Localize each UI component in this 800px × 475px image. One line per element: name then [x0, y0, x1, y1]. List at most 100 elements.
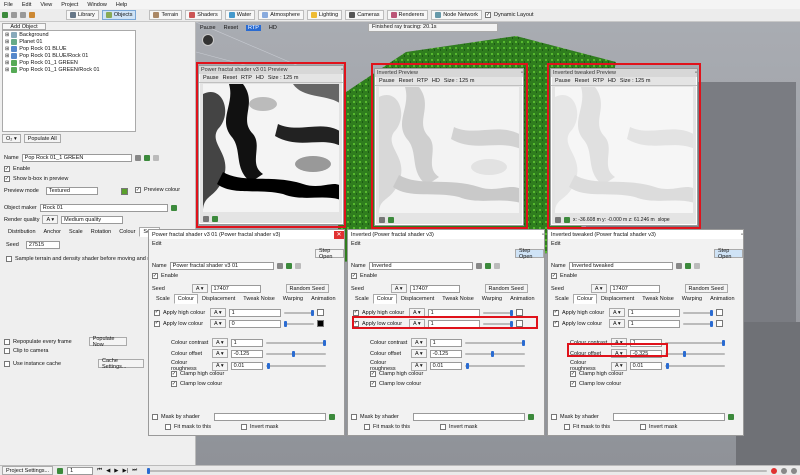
contrast-tools[interactable]: A ▾ [411, 338, 427, 347]
random-seed-button[interactable]: Random Seed [684, 284, 728, 293]
tab-colour[interactable]: Colour [173, 294, 198, 304]
menu-project[interactable]: Project [61, 2, 78, 8]
seed-tools[interactable]: A ▾ [390, 284, 407, 293]
clamp-high-row[interactable]: ✓ Clamp high colour [171, 371, 224, 377]
roughness-field[interactable]: 0.01 [429, 362, 462, 370]
contrast-slider[interactable] [464, 339, 525, 346]
mask-checkbox[interactable] [551, 414, 557, 420]
editor-seed-field[interactable]: 17407 [409, 284, 460, 293]
editor-name-field[interactable]: Power fractal shader v3 01 [169, 262, 274, 270]
help-icon[interactable] [493, 263, 500, 269]
editor-menu-edit[interactable]: Edit [351, 241, 360, 247]
offset-slider[interactable] [664, 350, 725, 357]
editor-name-field[interactable]: Inverted [368, 262, 473, 270]
enable-checkbox[interactable]: ✓ [4, 166, 10, 172]
offset-field[interactable]: -0.125 [230, 349, 263, 358]
editor-seed-field[interactable]: 17407 [609, 284, 660, 293]
low-colour-swatch[interactable] [316, 320, 324, 327]
enable-row[interactable]: ✓ Enable [4, 166, 30, 172]
sample-terrain-checkbox[interactable] [6, 256, 12, 262]
editor-enable-row[interactable]: ✓ Enable [152, 273, 178, 279]
tree-item-rock-blue-rock[interactable]: ⊞ Pop Rock 01 BLUE/Rock 01 [3, 52, 135, 59]
offset-field[interactable]: -0.125 [429, 349, 462, 358]
random-seed-button[interactable]: Random Seed [285, 284, 329, 293]
rename-icon[interactable] [475, 263, 482, 269]
tab-scale[interactable]: Scale [65, 227, 87, 237]
seed-tools[interactable]: A ▾ [590, 284, 607, 293]
help-icon[interactable] [294, 263, 301, 269]
preview-mode-select[interactable]: Textured [45, 187, 98, 195]
cache-settings-button[interactable]: Cache Settings... [98, 358, 144, 370]
tree-item-background[interactable]: ⊞ Background [3, 31, 135, 38]
clamp-high-row[interactable]: ✓ Clamp high colour [370, 371, 423, 377]
add-icon[interactable] [329, 414, 335, 420]
roughness-slider[interactable] [464, 363, 525, 369]
invert-mask-checkbox[interactable] [241, 424, 247, 430]
roughness-tools[interactable]: A ▾ [411, 361, 427, 371]
clamp-low-checkbox[interactable]: ✓ [171, 381, 177, 387]
help-icon[interactable] [693, 263, 700, 269]
lighting-button[interactable]: Lighting [306, 10, 343, 20]
fit-mask-row[interactable]: Fit mask to this Invert mask [165, 424, 278, 430]
fit-mask-checkbox[interactable] [165, 424, 171, 430]
record-icon[interactable] [771, 467, 778, 474]
tree-item-rock-green-rock[interactable]: ⊞ Pop Rock 01_1 GREEN/Rock 01 [3, 66, 135, 73]
water-button[interactable]: Water [224, 10, 256, 20]
tab-animation[interactable]: Animation [706, 294, 738, 304]
tab-tweak-noise[interactable]: Tweak Noise [438, 294, 478, 304]
atmosphere-button[interactable]: Atmosphere [258, 10, 304, 20]
offset-tools[interactable]: A ▾ [411, 349, 427, 358]
play-icon[interactable]: ▶ [114, 468, 118, 474]
low-colour-field[interactable]: 0 [228, 319, 281, 328]
terrain-button[interactable]: Terrain [149, 10, 183, 20]
object-name-field[interactable]: Pop Rock 01_1 GREEN [21, 154, 132, 162]
menu-help[interactable]: Help [116, 2, 127, 8]
contrast-slider[interactable] [265, 339, 326, 346]
frame-field[interactable]: 1 [67, 466, 94, 475]
tree-item-rock-green[interactable]: ⊞ Pop Rock 01_1 GREEN [3, 59, 135, 66]
keyframe-icon[interactable] [781, 467, 788, 474]
apply-high-checkbox[interactable]: ✓ [154, 309, 160, 316]
high-tools[interactable]: A ▾ [210, 308, 226, 317]
editor-enable-checkbox[interactable]: ✓ [551, 273, 557, 279]
tab-warping[interactable]: Warping [279, 294, 307, 304]
invert-mask-checkbox[interactable] [640, 424, 646, 430]
editor-enable-checkbox[interactable]: ✓ [152, 273, 158, 279]
add-icon[interactable] [728, 414, 734, 420]
dynamic-layout-toggle[interactable]: ✓ Dynamic Layout [485, 12, 533, 18]
mask-checkbox[interactable] [152, 414, 158, 420]
step-open-button[interactable]: Step Open [714, 248, 743, 260]
tab-displacement[interactable]: Displacement [198, 294, 239, 304]
editor-seed-field[interactable]: 17407 [210, 284, 261, 293]
viewport-hd-button[interactable]: HD [269, 25, 277, 31]
editor-enable-row[interactable]: ✓ Enable [551, 273, 577, 279]
rename-icon[interactable] [675, 263, 682, 269]
editor-menu-edit[interactable]: Edit [152, 241, 161, 247]
viewport-rtp-button[interactable]: RTP [245, 25, 261, 31]
dynamic-layout-checkbox[interactable]: ✓ [485, 12, 492, 18]
high-colour-swatch[interactable] [316, 309, 324, 316]
add-icon[interactable] [684, 263, 691, 269]
high-colour-slider[interactable] [682, 309, 713, 316]
cameras-button[interactable]: Cameras [345, 10, 384, 20]
mask-shader-field[interactable] [613, 413, 725, 421]
tab-displacement[interactable]: Displacement [597, 294, 638, 304]
sample-terrain-row[interactable]: Sample terrain and density shader before… [6, 256, 150, 262]
clamp-low-checkbox[interactable]: ✓ [570, 381, 576, 387]
folder-icon[interactable] [11, 12, 17, 18]
menu-edit[interactable]: Edit [22, 2, 31, 8]
instance-cache-checkbox[interactable] [4, 360, 10, 367]
preview-colour-checkbox[interactable]: ✓ [135, 187, 141, 193]
render-quality-select[interactable]: Medium quality [61, 215, 124, 224]
editor-enable-checkbox[interactable]: ✓ [351, 273, 357, 279]
objects-button[interactable]: Objects [101, 10, 137, 20]
mask-shader-field[interactable] [214, 413, 326, 421]
clip-camera-row[interactable]: Clip to camera [4, 348, 48, 354]
add-object-button[interactable]: Add Object [2, 23, 46, 30]
save-icon[interactable] [20, 12, 26, 18]
roughness-tools[interactable]: A ▾ [611, 361, 627, 371]
tab-scale[interactable]: Scale [551, 294, 573, 304]
tab-tweak-noise[interactable]: Tweak Noise [239, 294, 279, 304]
node-network-button[interactable]: Node Network [431, 10, 483, 20]
clip-camera-checkbox[interactable] [4, 348, 10, 354]
